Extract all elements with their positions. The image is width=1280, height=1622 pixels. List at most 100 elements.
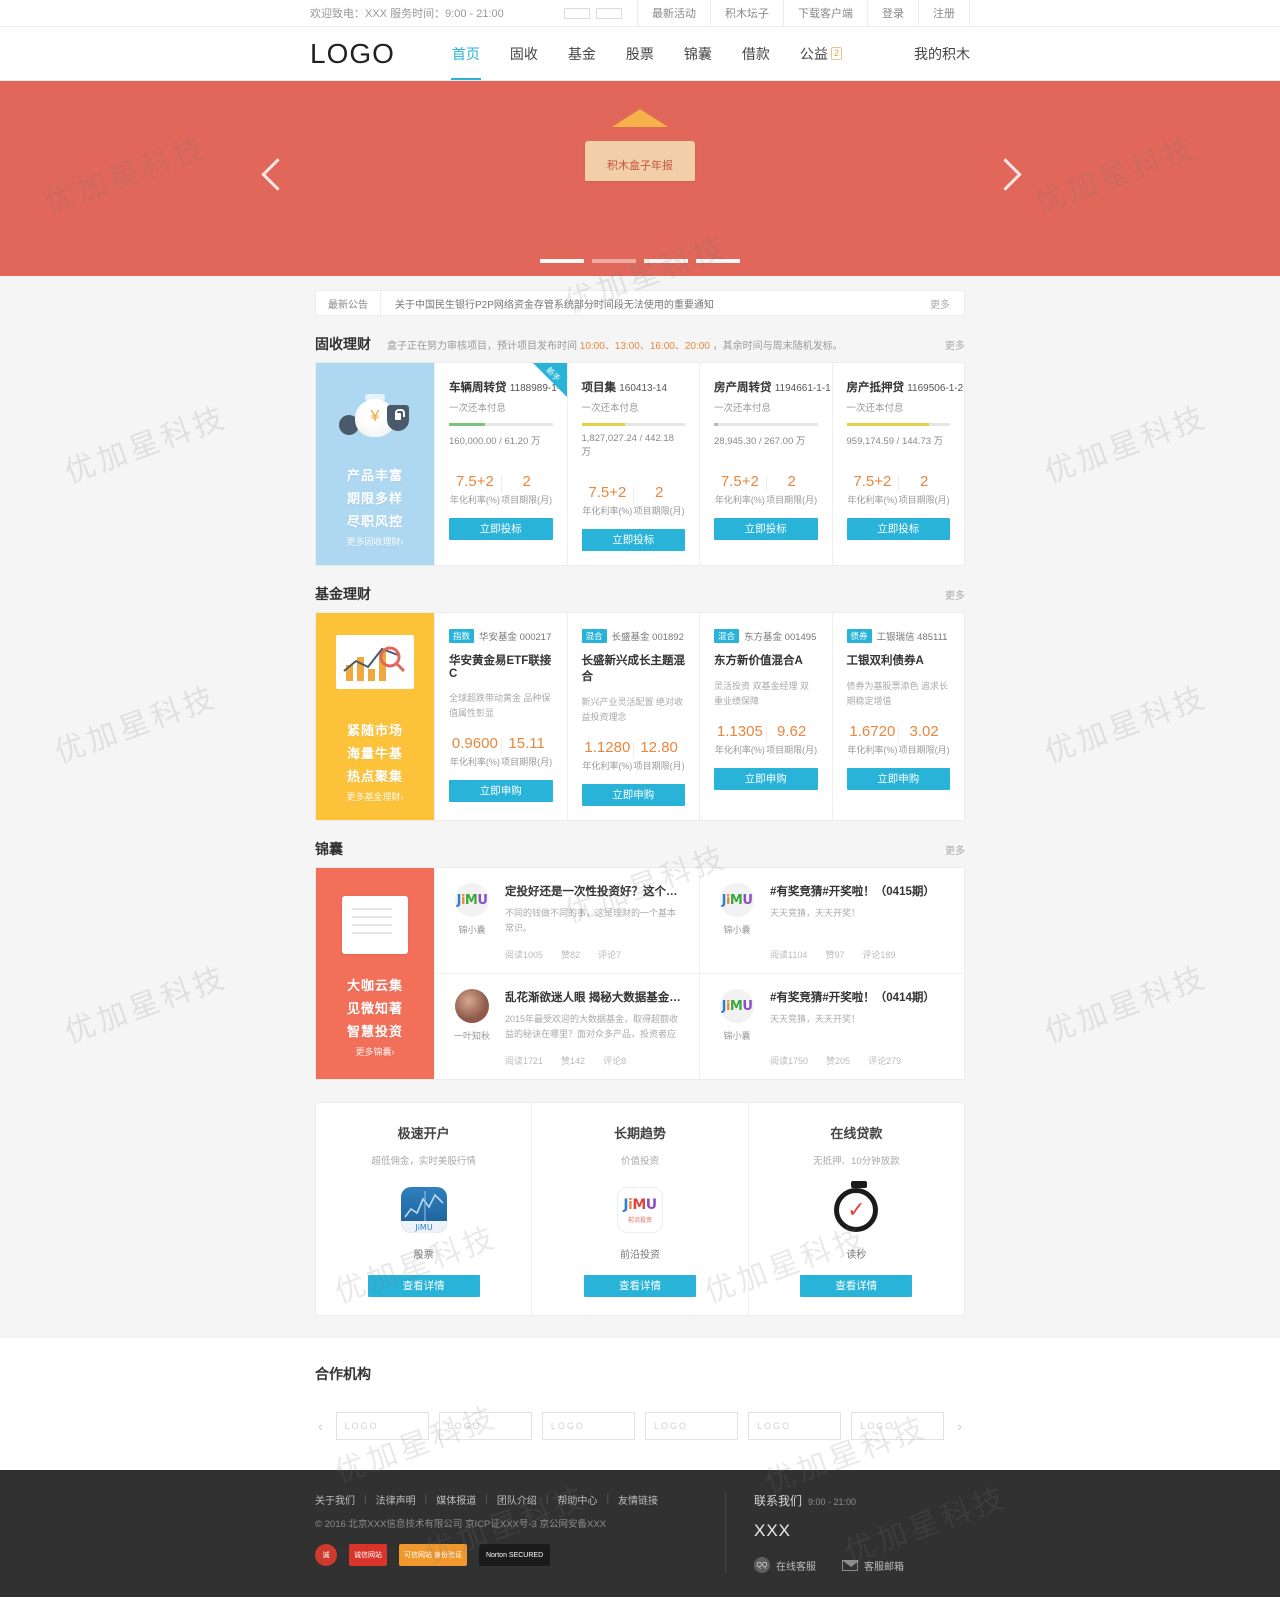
my-account-link[interactable]: 我的积木: [914, 44, 970, 64]
subscribe-button[interactable]: 立即申购: [714, 768, 818, 790]
announcement-text[interactable]: 关于中国民生银行P2P网络资金存管系统部分时间段无法使用的重要通知: [381, 296, 930, 311]
nav-item-home[interactable]: 首页: [437, 27, 495, 80]
hero-illustration: 积木盒子年报: [585, 109, 695, 181]
article-title[interactable]: #有奖竞猜#开奖啦！（0414期）: [770, 989, 948, 1005]
nav-item-tips[interactable]: 锦囊: [669, 27, 727, 80]
article-item[interactable]: JiMU 锦小囊 定投好还是一次性投资好？这个问题... 不同的钱做不同的事，这…: [434, 868, 699, 974]
cert-trust-site-icon[interactable]: 诚信网站: [349, 1544, 387, 1566]
invest-button[interactable]: 立即投标: [581, 529, 685, 551]
partner-item[interactable]: LOGO: [748, 1412, 842, 1440]
contact-hours: 9:00 - 21:00: [808, 1497, 857, 1507]
footer-link-media[interactable]: 媒体报道: [436, 1492, 476, 1507]
feature-detail-button[interactable]: 查看详情: [367, 1275, 480, 1297]
nav-label: 借款: [741, 45, 770, 62]
partner-item[interactable]: LOGO: [335, 1412, 429, 1440]
section-more-link[interactable]: 更多: [945, 587, 965, 602]
articles-promo-card[interactable]: 大咖云集 见微知著 智慧投资 更多锦囊›: [316, 868, 434, 1079]
article-item[interactable]: JiMU 锦小囊 #有奖竞猜#开奖啦！（0415期） 天天竞猜，天天开奖！ 阅读…: [699, 868, 964, 974]
fund-card[interactable]: 指数 华安基金 000217 华安黄金易ETF联接C 全球超跌带动黄金 品种保值属…: [434, 613, 567, 820]
announcement-more-link[interactable]: 更多: [930, 296, 964, 311]
invest-button[interactable]: 立即投标: [449, 518, 553, 540]
promo-line: 紧随市场: [346, 723, 403, 738]
article-title[interactable]: 定投好还是一次性投资好？这个问题...: [505, 883, 683, 899]
footer-link-friends[interactable]: 友情链接: [618, 1492, 658, 1507]
topbar-link-forum[interactable]: 积木坛子: [710, 0, 783, 26]
feature-card-stock[interactable]: 极速开户 超低佣金，实时美股行情 JiMU 股票 查看详情: [316, 1103, 531, 1315]
fund-value-label: 年化利率(%): [714, 745, 765, 755]
nav-item-charity[interactable]: 公益 2: [785, 27, 857, 80]
cert-norton-icon[interactable]: Norton SECURED: [478, 1544, 551, 1566]
hero-dot[interactable]: [644, 259, 688, 263]
promo-more-link[interactable]: 更多基金理财›: [316, 788, 434, 806]
hero-dot[interactable]: [592, 259, 636, 263]
section-more-link[interactable]: 更多: [945, 842, 965, 857]
topbar-link-download[interactable]: 下载客户端: [783, 0, 867, 26]
subscribe-button[interactable]: 立即申购: [581, 784, 685, 806]
partners-prev-arrow-icon[interactable]: ‹: [315, 1418, 326, 1434]
fund-description: 全球超跌带动黄金 品种保值属性彰显: [449, 693, 551, 718]
hero-dot[interactable]: [696, 259, 740, 263]
topbar-link-activity[interactable]: 最新活动: [637, 0, 710, 26]
product-card[interactable]: 新手 车辆周转贷 1188989-1-1 一次还本付息 160,000.00 /…: [434, 363, 567, 565]
feature-detail-button[interactable]: 查看详情: [583, 1275, 696, 1297]
nav-item-loan[interactable]: 借款: [727, 27, 785, 80]
online-service-link[interactable]: QQ 在线客服: [754, 1557, 816, 1573]
service-email-link[interactable]: 客服邮箱: [842, 1558, 904, 1573]
fund-card[interactable]: 债券 工银瑞信 485111 工银双利债券A 债券为基股票添色 追求长期稳定增值 …: [831, 613, 965, 820]
product-repay-type: 一次还本付息: [449, 403, 507, 414]
topbar-link-login[interactable]: 登录: [867, 0, 918, 26]
nav-label: 公益: [799, 45, 828, 62]
partner-item[interactable]: LOGO: [438, 1412, 532, 1440]
footer-link-team[interactable]: 团队介绍: [497, 1492, 537, 1507]
avatar: JiMU: [455, 883, 489, 917]
site-logo[interactable]: LOGO: [310, 38, 395, 70]
cert-verified-site-icon[interactable]: 可信网站 身份验证: [399, 1544, 467, 1566]
topbar-link-register[interactable]: 注册: [918, 0, 970, 26]
hero-banner-text: 积木盒子年报: [607, 160, 673, 172]
promo-more-link[interactable]: 更多固收理财›: [316, 533, 434, 551]
invest-button[interactable]: 立即投标: [846, 518, 950, 540]
product-term-label: 项目期限(月): [501, 495, 553, 505]
product-card[interactable]: 房产抵押贷 1169506-1-2 一次还本付息 959,174.59 / 14…: [831, 363, 965, 565]
nav-item-fixed-income[interactable]: 固收: [495, 27, 553, 80]
fund-growth-label: 项目期限(月): [766, 745, 818, 755]
partner-item[interactable]: LOGO: [645, 1412, 739, 1440]
promo-more-link[interactable]: 更多锦囊›: [316, 1043, 434, 1061]
partner-item[interactable]: LOGO: [851, 1412, 945, 1440]
fund-card[interactable]: 混合 长盛基金 001892 长盛新兴成长主题混合 新兴产业灵活配置 绝对收益投资…: [566, 613, 700, 820]
invest-button[interactable]: 立即投标: [714, 518, 818, 540]
fixed-income-promo-card[interactable]: 产品丰富 期限多样 尽职风控 更多固收理财›: [316, 363, 434, 565]
product-stats: 7.5+2 年化利率(%) 2 项目期限(月): [449, 473, 553, 506]
subscribe-button[interactable]: 立即申购: [449, 780, 553, 802]
article-title[interactable]: 乱花渐欲迷人眼 揭秘大数据基金的投...: [505, 989, 683, 1005]
fund-promo-card[interactable]: 紧随市场 海量牛基 热点聚集 更多基金理财›: [316, 613, 434, 820]
feature-card-loan[interactable]: 在线贷款 无抵押、10分钟放款 ✓ 读秒 查看详情: [747, 1103, 964, 1315]
footer-link-about[interactable]: 关于我们: [315, 1492, 355, 1507]
cert-seal-icon[interactable]: 诚: [315, 1544, 337, 1566]
article-title[interactable]: #有奖竞猜#开奖啦！（0415期）: [770, 883, 948, 899]
nav-item-fund[interactable]: 基金: [553, 27, 611, 80]
hero-prev-arrow-icon[interactable]: [262, 153, 286, 205]
footer-link-help[interactable]: 帮助中心: [557, 1492, 597, 1507]
feature-detail-button[interactable]: 查看详情: [800, 1275, 913, 1297]
partners-next-arrow-icon[interactable]: ›: [954, 1418, 965, 1434]
articles-row: 大咖云集 见微知著 智慧投资 更多锦囊› JiMU 锦小囊 定投好还是一次性投资…: [315, 867, 965, 1080]
subscribe-button[interactable]: 立即申购: [846, 768, 950, 790]
main-navigation: 首页 固收 基金 股票 锦囊 借款 公益 2: [437, 27, 857, 80]
partner-item[interactable]: LOGO: [541, 1412, 635, 1440]
product-rate-label: 年化利率(%): [582, 506, 633, 516]
feature-card-trend[interactable]: 长期趋势 价值投资 JiMU 前沿投资 前沿投资 查看详情: [531, 1103, 747, 1315]
product-rate: 7.5+2: [853, 473, 892, 490]
section-more-link[interactable]: 更多: [945, 337, 965, 352]
hero-next-arrow-icon[interactable]: [994, 153, 1018, 205]
fund-card[interactable]: 混合 东方基金 001495 东方新价值混合A 灵活投资 双基金经理 双重业绩保障…: [699, 613, 832, 820]
article-item[interactable]: JiMU 锦小囊 #有奖竞猜#开奖啦！（0414期） 天天竞猜，天天开奖！ 阅读…: [699, 974, 964, 1079]
article-item[interactable]: 一叶知秋 乱花渐欲迷人眼 揭秘大数据基金的投... 2015年最受欢迎的大数据基…: [434, 974, 699, 1079]
hero-dot[interactable]: [540, 259, 584, 263]
product-card[interactable]: 房产周转贷 1194661-1-1 一次还本付息 28,945.30 / 267…: [699, 363, 832, 565]
nav-item-stock[interactable]: 股票: [611, 27, 669, 80]
product-card[interactable]: 项目集 160413-14 一次还本付息 1,827,027.24 / 442.…: [566, 363, 700, 565]
footer-link-legal[interactable]: 法律声明: [376, 1492, 416, 1507]
article-author: 锦小囊: [723, 1031, 751, 1041]
hero-banner: 积木盒子年报: [0, 81, 1280, 276]
